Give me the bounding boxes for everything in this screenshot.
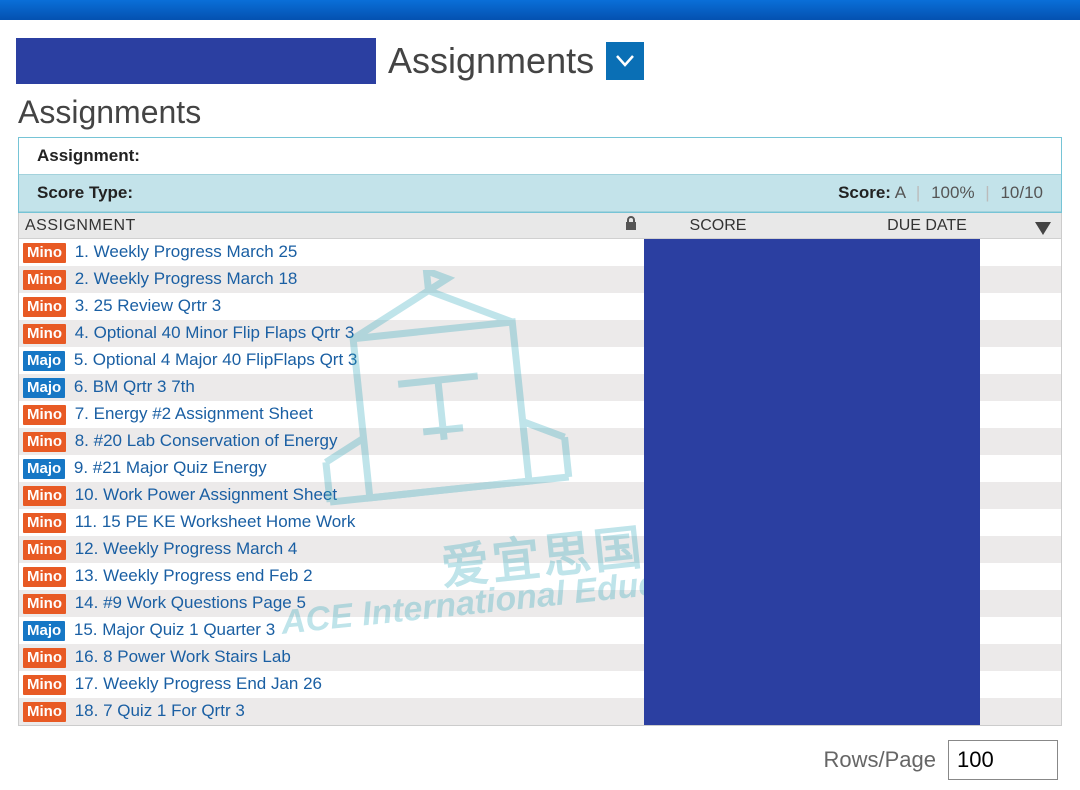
col-lock [619, 216, 643, 235]
assignment-link[interactable]: Mino 17. Weekly Progress End Jan 26 [19, 674, 619, 695]
assignment-link[interactable]: Mino 10. Work Power Assignment Sheet [19, 485, 619, 506]
minor-badge: Mino [23, 513, 66, 533]
rows-per-page-input[interactable] [948, 740, 1058, 780]
major-badge: Majo [23, 351, 65, 371]
assignment-title: 10. Work Power Assignment Sheet [70, 485, 337, 504]
minor-badge: Mino [23, 567, 66, 587]
assignment-link[interactable]: Mino 12. Weekly Progress March 4 [19, 539, 619, 560]
minor-badge: Mino [23, 675, 66, 695]
minor-badge: Mino [23, 405, 66, 425]
page-title: Assignments [388, 40, 594, 82]
assignment-title: 3. 25 Review Qrtr 3 [70, 296, 221, 315]
minor-badge: Mino [23, 324, 66, 344]
assignment-title: 8. #20 Lab Conservation of Energy [70, 431, 337, 450]
assignment-title: 15. Major Quiz 1 Quarter 3 [69, 620, 275, 639]
minor-badge: Mino [23, 594, 66, 614]
col-score[interactable]: SCORE [643, 217, 793, 235]
minor-badge: Mino [23, 270, 66, 290]
assignment-link[interactable]: Mino 18. 7 Quiz 1 For Qrtr 3 [19, 701, 619, 722]
assignment-link[interactable]: Majo 6. BM Qrtr 3 7th [19, 377, 619, 398]
top-bar [0, 0, 1080, 20]
rows-per-page-label: Rows/Page [823, 747, 936, 773]
assignment-title: 11. 15 PE KE Worksheet Home Work [70, 512, 355, 531]
filter-panel: Assignment: Score Type: Score: A | 100% … [18, 137, 1062, 213]
minor-badge: Mino [23, 297, 66, 317]
assignment-link[interactable]: Majo 9. #21 Major Quiz Energy [19, 458, 619, 479]
assignment-link[interactable]: Mino 16. 8 Power Work Stairs Lab [19, 647, 619, 668]
assignment-title: 17. Weekly Progress End Jan 26 [70, 674, 322, 693]
assignment-title: 2. Weekly Progress March 18 [70, 269, 297, 288]
minor-badge: Mino [23, 486, 66, 506]
minor-badge: Mino [23, 540, 66, 560]
table-header: ASSIGNMENT SCORE DUE DATE [18, 213, 1062, 239]
assignment-title: 6. BM Qrtr 3 7th [69, 377, 195, 396]
major-badge: Majo [23, 459, 65, 479]
score-type-label: Score Type: [37, 183, 133, 203]
score-summary: Score: A | 100% | 10/10 [838, 183, 1043, 203]
header: Assignments [0, 20, 1080, 90]
sort-desc-icon [1035, 222, 1051, 236]
redacted-user-block [16, 38, 376, 84]
minor-badge: Mino [23, 243, 66, 263]
assignment-title: 9. #21 Major Quiz Energy [69, 458, 266, 477]
assignment-title: 14. #9 Work Questions Page 5 [70, 593, 306, 612]
assignment-title: 18. 7 Quiz 1 For Qrtr 3 [70, 701, 245, 720]
score-type-row: Score Type: Score: A | 100% | 10/10 [19, 175, 1061, 212]
major-badge: Majo [23, 378, 65, 398]
minor-badge: Mino [23, 702, 66, 722]
title-dropdown-button[interactable] [606, 42, 644, 80]
assignment-link[interactable]: Mino 1. Weekly Progress March 25 [19, 242, 619, 263]
assignment-filter-label: Assignment: [19, 138, 1061, 175]
assignment-link[interactable]: Mino 3. 25 Review Qrtr 3 [19, 296, 619, 317]
lock-icon [625, 216, 637, 230]
assignment-title: 16. 8 Power Work Stairs Lab [70, 647, 291, 666]
assignment-title: 13. Weekly Progress end Feb 2 [70, 566, 313, 585]
assignment-link[interactable]: Mino 7. Energy #2 Assignment Sheet [19, 404, 619, 425]
major-badge: Majo [23, 621, 65, 641]
assignment-title: 7. Energy #2 Assignment Sheet [70, 404, 313, 423]
assignment-link[interactable]: Mino 13. Weekly Progress end Feb 2 [19, 566, 619, 587]
footer: Rows/Page [0, 726, 1080, 790]
assignment-link[interactable]: Majo 15. Major Quiz 1 Quarter 3 [19, 620, 619, 641]
col-assignment[interactable]: ASSIGNMENT [19, 217, 619, 235]
assignment-link[interactable]: Mino 2. Weekly Progress March 18 [19, 269, 619, 290]
minor-badge: Mino [23, 432, 66, 452]
assignment-link[interactable]: Mino 4. Optional 40 Minor Flip Flaps Qrt… [19, 323, 619, 344]
assignments-table: ASSIGNMENT SCORE DUE DATE Mino 1. Weekly… [18, 213, 1062, 726]
assignment-link[interactable]: Mino 8. #20 Lab Conservation of Energy [19, 431, 619, 452]
assignment-title: 1. Weekly Progress March 25 [70, 242, 297, 261]
col-due-date[interactable]: DUE DATE [793, 217, 1061, 235]
assignment-title: 4. Optional 40 Minor Flip Flaps Qrtr 3 [70, 323, 354, 342]
section-title: Assignments [0, 90, 1080, 137]
redacted-scores-block [644, 239, 980, 725]
assignment-link[interactable]: Mino 11. 15 PE KE Worksheet Home Work [19, 512, 619, 533]
assignment-link[interactable]: Mino 14. #9 Work Questions Page 5 [19, 593, 619, 614]
minor-badge: Mino [23, 648, 66, 668]
assignment-title: 12. Weekly Progress March 4 [70, 539, 297, 558]
assignment-title: 5. Optional 4 Major 40 FlipFlaps Qrt 3 [69, 350, 357, 369]
chevron-down-icon [616, 55, 634, 67]
assignment-link[interactable]: Majo 5. Optional 4 Major 40 FlipFlaps Qr… [19, 350, 619, 371]
